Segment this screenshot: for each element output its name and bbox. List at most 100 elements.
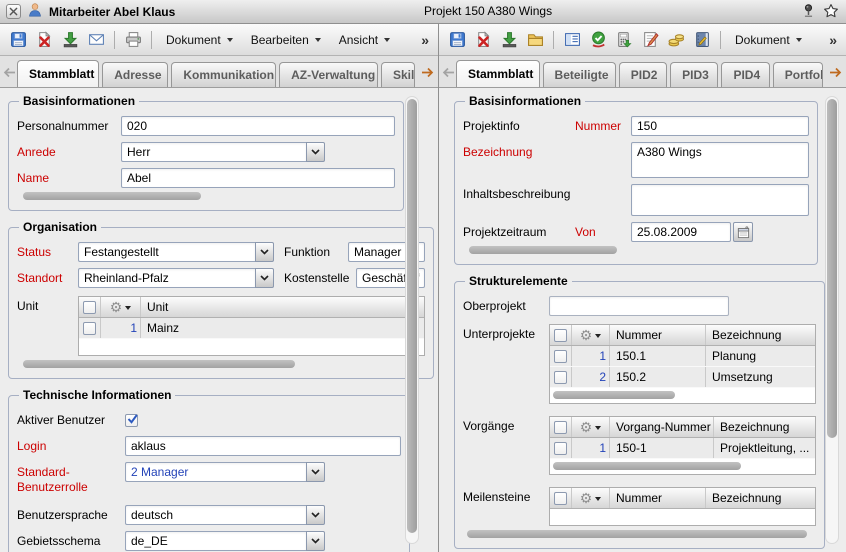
tab-adresse[interactable]: Adresse: [102, 62, 168, 87]
print-button[interactable]: [121, 28, 145, 52]
horizontal-scrollbar[interactable]: [17, 359, 425, 370]
select-all-checkbox[interactable]: [554, 329, 567, 342]
scrollbar-thumb[interactable]: [23, 360, 295, 368]
scrollbar-thumb[interactable]: [553, 462, 741, 470]
open-folder-button[interactable]: [523, 28, 547, 52]
save-button[interactable]: [6, 28, 30, 52]
tab-kommunikation[interactable]: Kommunikation: [171, 62, 276, 87]
row-number-link[interactable]: 1: [572, 438, 610, 458]
export-button[interactable]: [58, 28, 82, 52]
column-header-vorgang-nummer[interactable]: Vorgang-Nummer: [610, 417, 714, 437]
standort-dropdown[interactable]: Rheinland-Pfalz: [78, 268, 274, 288]
vertical-scrollbar[interactable]: [405, 96, 419, 544]
scrollbar-thumb[interactable]: [407, 99, 417, 533]
tab-scroll-right-button[interactable]: [828, 65, 843, 79]
star-button[interactable]: [823, 3, 839, 22]
dropdown-button[interactable]: [306, 531, 325, 551]
von-date-input[interactable]: 25.08.2009: [631, 222, 731, 242]
calendar-button[interactable]: [733, 222, 753, 242]
projektnummer-input[interactable]: 150: [631, 116, 809, 136]
tab-pid4[interactable]: PID4: [721, 62, 769, 87]
approve-button[interactable]: [586, 28, 610, 52]
menu-dokument[interactable]: Dokument: [158, 33, 241, 47]
row-checkbox[interactable]: [83, 322, 96, 335]
tab-beteiligte[interactable]: Beteiligte: [543, 62, 616, 87]
login-input[interactable]: aklaus: [125, 436, 401, 456]
dropdown-button[interactable]: [255, 268, 274, 288]
scrollbar-thumb[interactable]: [469, 246, 617, 254]
scrollbar-thumb[interactable]: [827, 99, 837, 438]
horizontal-scrollbar[interactable]: [463, 529, 816, 540]
table-row[interactable]: 1 150.1 Planung: [550, 346, 815, 367]
menu-bearbeiten[interactable]: Bearbeiten: [243, 33, 329, 47]
calculate-button[interactable]: [612, 28, 636, 52]
select-all-checkbox[interactable]: [554, 492, 567, 505]
horizontal-scrollbar[interactable]: [550, 461, 815, 472]
actions-menu-button[interactable]: [572, 325, 610, 345]
toolbar-overflow-button[interactable]: »: [826, 32, 840, 48]
table-row[interactable]: 1 150-1 Projektleitung, ...: [550, 438, 815, 459]
edit-document-button[interactable]: [638, 28, 662, 52]
vertical-scrollbar[interactable]: [825, 96, 839, 544]
actions-menu-button[interactable]: [572, 417, 610, 437]
mail-button[interactable]: [84, 28, 108, 52]
row-number-link[interactable]: 2: [572, 367, 610, 387]
dropdown-button[interactable]: [255, 242, 274, 262]
anrede-dropdown[interactable]: Herr: [121, 142, 325, 162]
aktiver-benutzer-checkbox[interactable]: [125, 414, 138, 427]
tab-stammblatt[interactable]: Stammblatt: [17, 60, 99, 87]
scrollbar-thumb[interactable]: [23, 192, 201, 200]
toolbar-overflow-button[interactable]: »: [418, 32, 432, 48]
tab-az-verwaltung[interactable]: AZ-Verwaltung: [279, 62, 378, 87]
actions-menu-button[interactable]: [101, 297, 141, 317]
column-header-unit[interactable]: Unit: [141, 297, 424, 317]
column-header-bezeichnung[interactable]: Bezeichnung: [706, 488, 815, 508]
select-all-checkbox[interactable]: [83, 301, 96, 314]
row-checkbox[interactable]: [554, 350, 567, 363]
select-all-checkbox[interactable]: [554, 421, 567, 434]
gebietsschema-dropdown[interactable]: de_DE: [125, 531, 325, 551]
tab-pid2[interactable]: PID2: [619, 62, 667, 87]
benutzerrolle-dropdown[interactable]: 2 Manager: [125, 462, 325, 482]
tab-portfolio[interactable]: Portfol: [773, 62, 823, 87]
scrollbar-thumb[interactable]: [467, 530, 807, 538]
journal-button[interactable]: [690, 28, 714, 52]
tab-scroll-left-button[interactable]: [441, 65, 456, 79]
horizontal-scrollbar[interactable]: [17, 191, 395, 202]
benutzersprache-dropdown[interactable]: deutsch: [125, 505, 325, 525]
oberprojekt-input[interactable]: [549, 296, 729, 316]
delete-button[interactable]: [471, 28, 495, 52]
tab-pid3[interactable]: PID3: [670, 62, 718, 87]
row-number-link[interactable]: 1: [101, 318, 141, 338]
row-number-link[interactable]: 1: [572, 346, 610, 366]
table-row[interactable]: 2 150.2 Umsetzung: [550, 367, 815, 388]
costs-button[interactable]: [664, 28, 688, 52]
tab-stammblatt[interactable]: Stammblatt: [456, 60, 540, 87]
menu-ansicht[interactable]: Ansicht: [331, 33, 398, 47]
menu-dokument[interactable]: Dokument: [727, 33, 810, 47]
column-header-nummer[interactable]: Nummer: [610, 488, 706, 508]
inhaltsbeschreibung-textarea[interactable]: [631, 184, 809, 216]
horizontal-scrollbar[interactable]: [463, 245, 809, 256]
row-checkbox[interactable]: [554, 442, 567, 455]
column-header-bezeichnung[interactable]: Bezeichnung: [706, 325, 815, 345]
status-dropdown[interactable]: Festangestellt: [78, 242, 274, 262]
dropdown-button[interactable]: [306, 142, 325, 162]
table-row[interactable]: 1 Mainz: [79, 318, 424, 339]
column-header-nummer[interactable]: Nummer: [610, 325, 706, 345]
scrollbar-thumb[interactable]: [553, 391, 675, 399]
tab-skills[interactable]: Skil: [381, 62, 415, 87]
column-header-bezeichnung[interactable]: Bezeichnung: [714, 417, 815, 437]
horizontal-scrollbar[interactable]: [550, 390, 815, 401]
actions-menu-button[interactable]: [572, 488, 610, 508]
name-input[interactable]: Abel: [121, 168, 395, 188]
export-button[interactable]: [497, 28, 521, 52]
dropdown-button[interactable]: [306, 505, 325, 525]
save-button[interactable]: [445, 28, 469, 52]
close-button[interactable]: [6, 4, 21, 19]
delete-button[interactable]: [32, 28, 56, 52]
tab-scroll-right-button[interactable]: [420, 65, 435, 79]
pin-button[interactable]: [801, 3, 816, 22]
dropdown-button[interactable]: [306, 462, 325, 482]
index-card-button[interactable]: [560, 28, 584, 52]
